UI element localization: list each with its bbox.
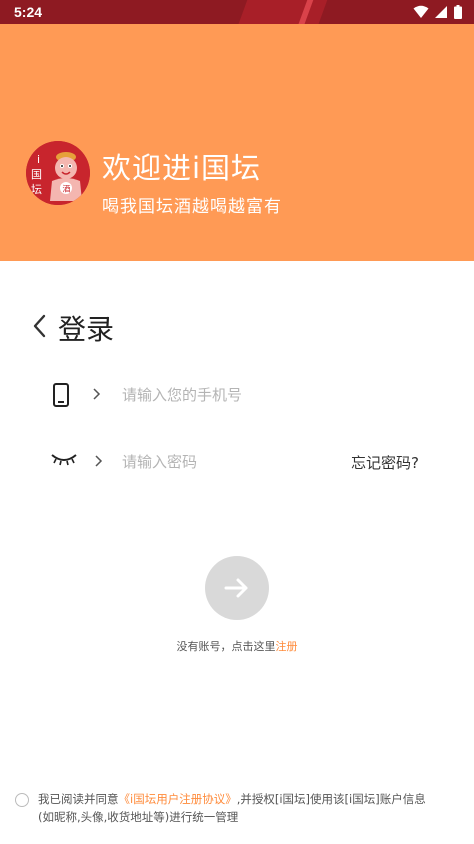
password-input[interactable] <box>122 450 332 474</box>
status-time: 5:24 <box>14 4 43 20</box>
register-link[interactable]: 注册 <box>276 640 298 653</box>
banner-subtitle: 喝我国坛酒越喝越富有 <box>102 197 282 217</box>
back-button[interactable] <box>30 313 50 339</box>
agreement-text: 我已阅读并同意《i国坛用户注册协议》,并授权[i国坛]使用该[i国坛]账户信息 … <box>38 790 438 826</box>
welcome-banner <box>0 24 474 261</box>
battery-icon <box>454 5 462 19</box>
chevron-right-icon <box>93 388 101 400</box>
signal-icon <box>435 6 447 18</box>
status-icons <box>413 5 462 19</box>
app-logo: i 国 坛 酒 <box>26 141 90 205</box>
status-bar: 5:24 <box>0 0 474 24</box>
arrow-right-icon <box>224 578 248 598</box>
logo-char-guo: 国 <box>31 168 42 181</box>
register-prompt: 没有账号，点击这里注册 <box>0 638 474 654</box>
register-prompt-text: 没有账号，点击这里 <box>176 640 276 653</box>
agreement-prefix: 我已阅读并同意 <box>38 792 119 806</box>
logo-char-i: i <box>37 153 40 166</box>
login-submit-button[interactable] <box>205 556 269 620</box>
agreement-checkbox[interactable] <box>15 793 29 807</box>
svg-text:酒: 酒 <box>63 185 71 194</box>
eye-closed-icon[interactable] <box>50 451 78 469</box>
phone-input[interactable] <box>122 383 422 407</box>
chevron-right-icon <box>95 455 103 467</box>
page-title: 登录 <box>58 313 115 346</box>
wifi-icon <box>413 5 429 18</box>
forgot-password-link[interactable]: 忘记密码? <box>351 452 419 473</box>
mascot-icon: i 国 坛 酒 <box>26 141 90 205</box>
phone-icon <box>53 383 69 407</box>
agreement-link[interactable]: 《i国坛用户注册协议》 <box>119 792 237 806</box>
banner-title: 欢迎进i国坛 <box>102 151 262 185</box>
status-bar-decoration <box>229 0 331 24</box>
